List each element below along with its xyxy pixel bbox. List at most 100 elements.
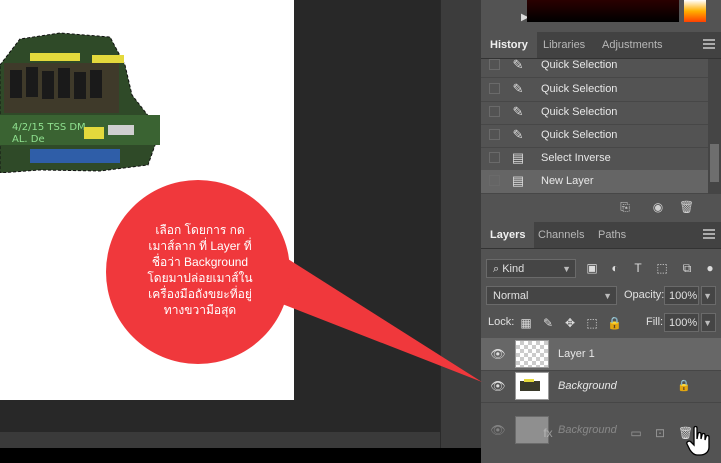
filter-value: ⌕ Kind [493, 263, 525, 275]
tab-adjustments[interactable]: Adjustments [593, 32, 672, 58]
quick-selection-brush-icon: ✎ [512, 59, 524, 72]
layers-list: 👁 Layer 1 👁 Background 🔒 👁 Background fx… [481, 338, 721, 448]
svg-text:4/2/15 TSS DM: 4/2/15 TSS DM [12, 122, 86, 133]
color-panel: ▶ [481, 0, 721, 32]
history-item-selected[interactable]: ▤ New Layer [481, 170, 708, 194]
tab-history[interactable]: History [481, 32, 537, 58]
quick-selection-brush-icon: ✎ [512, 81, 524, 96]
history-item-label: New Layer [541, 175, 594, 187]
history-checkbox[interactable] [489, 59, 500, 70]
panel-gutter [440, 0, 483, 463]
lock-transparent-pixels-icon[interactable]: ▦ [519, 316, 533, 330]
lock-artboard-icon[interactable]: ⬚ [585, 316, 599, 330]
tab-libraries[interactable]: Libraries [534, 32, 594, 58]
circuit-board-image: 4/2/15 TSS DM AL. De [0, 32, 160, 173]
color-field[interactable] [527, 0, 679, 22]
history-item[interactable]: ✎ Quick Selection [481, 78, 708, 102]
lock-position-icon[interactable]: ✥ [563, 316, 577, 330]
filter-adjustment-icon[interactable]: ◐ [608, 261, 622, 275]
panel-menu-icon[interactable] [703, 229, 715, 239]
callout-line: ชื่อว่า Background [151, 255, 249, 269]
callout-text: เลือก โดยการ กด เมาส์ลาก ที่ Layer ที่ ช… [120, 222, 280, 318]
history-checkbox[interactable] [489, 129, 500, 140]
fill-input[interactable]: 100% [664, 313, 699, 332]
filter-image-icon[interactable]: ▣ [585, 261, 599, 275]
layers-tabbar: Layers Channels Paths [481, 222, 721, 249]
history-item[interactable]: ✎ Quick Selection [481, 124, 708, 148]
history-item-label: Select Inverse [541, 152, 611, 164]
layer-name: Background [558, 424, 617, 436]
right-panels: ▶ History Libraries Adjustments ✎ Quick … [481, 0, 721, 463]
history-item[interactable]: ✎ Quick Selection [481, 101, 708, 125]
svg-text:AL. De: AL. De [12, 134, 45, 145]
chevron-down-icon: ▼ [603, 291, 612, 301]
chevron-down-icon: ▼ [703, 291, 712, 301]
canvas-horizontal-scrollbar[interactable] [0, 432, 440, 448]
layer-row-background[interactable]: 👁 Background 🔒 [481, 370, 721, 403]
new-document-from-state-icon[interactable]: ⎘ [618, 200, 632, 214]
history-item-label: Quick Selection [541, 106, 618, 118]
callout-line: เลือก โดยการ กด [155, 223, 245, 237]
visibility-eye-icon: 👁 [490, 423, 506, 437]
history-item-label: Quick Selection [541, 83, 618, 95]
hue-slider[interactable] [684, 0, 706, 22]
blend-mode-value: Normal [493, 290, 529, 302]
trash-icon[interactable]: 🗑 [679, 200, 694, 214]
filter-type-icon[interactable]: T [631, 261, 645, 275]
layer-row-layer-1[interactable]: 👁 Layer 1 [481, 338, 721, 371]
callout-line: ทางขวามือสุด [163, 303, 237, 317]
filter-shape-icon[interactable]: ⬚ [655, 261, 669, 275]
filter-smart-object-icon[interactable]: ⧉ [680, 261, 694, 275]
hand-cursor-icon [686, 425, 710, 456]
history-checkbox[interactable] [489, 175, 500, 186]
folder-icon[interactable]: ▭ [629, 426, 643, 440]
history-list: ✎ Quick Selection ✎ Quick Selection ✎ Qu… [481, 59, 708, 194]
new-layer-icon[interactable]: ⊡ [653, 426, 667, 440]
history-doc-icon: ▤ [511, 150, 525, 165]
opacity-dropdown[interactable]: ▼ [701, 286, 716, 305]
lock-all-icon[interactable]: 🔒 [607, 316, 622, 330]
blend-mode-select[interactable]: Normal ▼ [486, 286, 617, 305]
fx-icon[interactable]: fx [541, 426, 555, 440]
history-checkbox[interactable] [489, 152, 500, 163]
layer-thumbnail [515, 340, 549, 368]
callout-line: โดยมาปล่อยเมาส์ใน [147, 271, 253, 285]
history-scrollbar[interactable] [708, 59, 721, 194]
opacity-value: 100% [669, 290, 698, 302]
filter-toggle-icon[interactable]: ● [703, 261, 717, 275]
tab-layers[interactable]: Layers [481, 222, 535, 248]
history-tabbar: History Libraries Adjustments [481, 32, 721, 59]
history-item-label: Quick Selection [541, 129, 618, 141]
quick-selection-brush-icon: ✎ [512, 127, 524, 142]
tab-channels[interactable]: Channels [529, 222, 593, 248]
background-thumb-image [520, 379, 540, 391]
opacity-label: Opacity: [624, 289, 665, 301]
panel-menu-icon[interactable] [703, 39, 715, 49]
history-checkbox[interactable] [489, 83, 500, 94]
history-scroll-thumb[interactable] [710, 144, 719, 182]
history-doc-icon: ▤ [511, 173, 525, 188]
fill-dropdown[interactable]: ▼ [701, 313, 716, 332]
document-canvas[interactable]: 4/2/15 TSS DM AL. De [0, 0, 294, 400]
opacity-input[interactable]: 100% [664, 286, 699, 305]
history-item[interactable]: ✎ Quick Selection [481, 59, 708, 78]
lock-icon: 🔒 [677, 380, 691, 392]
chevron-down-icon: ▼ [703, 318, 712, 328]
fill-value: 100% [669, 317, 698, 329]
lock-label: Lock: [488, 316, 515, 328]
history-item[interactable]: ▤ Select Inverse [481, 147, 708, 171]
snapshot-camera-icon[interactable]: ◉ [651, 200, 665, 214]
history-footer: ⎘ ◉ 🗑 [481, 194, 721, 220]
visibility-eye-icon[interactable]: 👁 [490, 379, 506, 393]
fill-label: Fill: [646, 316, 664, 328]
callout-line: เมาส์ลาก ที่ Layer ที่ [148, 239, 252, 253]
layer-name: Background [558, 380, 617, 392]
tab-paths[interactable]: Paths [589, 222, 635, 248]
visibility-eye-icon[interactable]: 👁 [490, 347, 506, 361]
history-item-label: Quick Selection [541, 59, 618, 71]
quick-selection-brush-icon: ✎ [512, 104, 524, 119]
history-checkbox[interactable] [489, 106, 500, 117]
lock-image-pixels-icon[interactable]: ✎ [541, 316, 555, 330]
layer-name: Layer 1 [558, 348, 595, 360]
layer-filter-kind[interactable]: ⌕ Kind ▼ [486, 259, 576, 278]
